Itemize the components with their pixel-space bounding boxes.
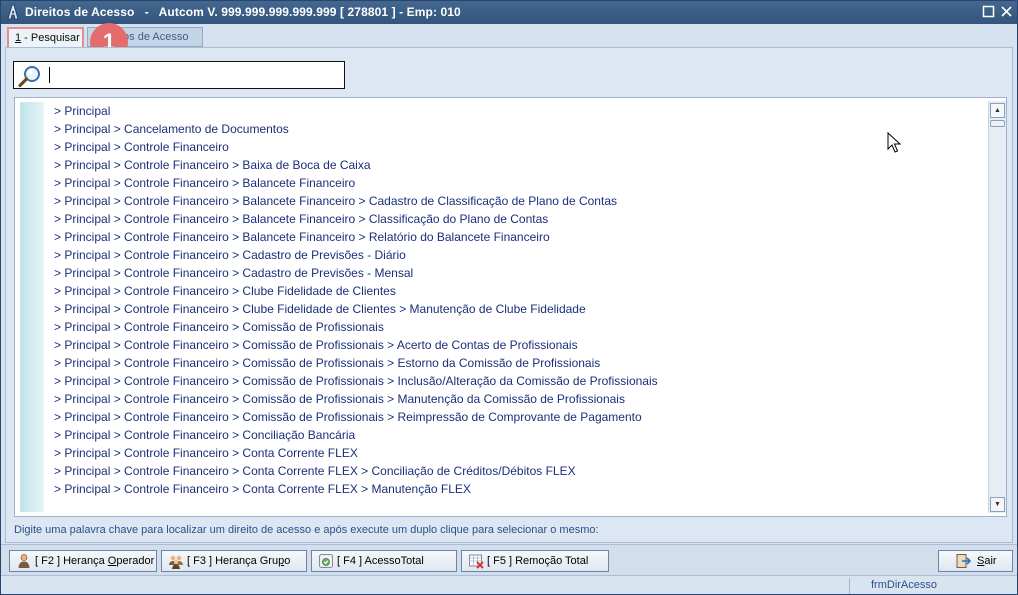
- button-label: air: [984, 555, 997, 567]
- status-divider: [849, 578, 850, 594]
- button-label: o: [284, 555, 291, 567]
- result-item[interactable]: > Principal > Controle Financeiro: [54, 138, 658, 156]
- tab-pesquisar[interactable]: 1 - Pesquisar: [7, 27, 84, 47]
- button-label: [ F4 ] AcessoTotal: [337, 555, 424, 567]
- window-title: Direitos de Acesso - Autcom V. 999.999.9…: [25, 5, 461, 19]
- result-item[interactable]: > Principal > Controle Financeiro > Bala…: [54, 174, 658, 192]
- results-list[interactable]: > Principal > Principal > Cancelamento de…: [14, 97, 1007, 517]
- action-toolbar: [ F2 ] Herança Operador [ F3 ] Herança G…: [1, 544, 1017, 575]
- result-item[interactable]: > Principal > Controle Financeiro > Club…: [54, 282, 658, 300]
- remove-total-icon: [469, 554, 484, 569]
- heranca-grupo-button[interactable]: [ F3 ] Herança Grupo: [161, 550, 307, 572]
- button-label: perador: [116, 555, 155, 567]
- mouse-cursor-icon: [887, 132, 902, 153]
- result-item[interactable]: > Principal > Cancelamento de Documentos: [54, 120, 658, 138]
- result-item[interactable]: > Principal > Controle Financeiro > Bala…: [54, 192, 658, 210]
- text-caret: [49, 67, 50, 83]
- scroll-down-icon[interactable]: ▼: [990, 497, 1005, 512]
- search-input[interactable]: [48, 65, 342, 87]
- result-item[interactable]: > Principal > Controle Financeiro > Baix…: [54, 156, 658, 174]
- result-item[interactable]: > Principal > Controle Financeiro > Comi…: [54, 408, 658, 426]
- heranca-operador-button[interactable]: [ F2 ] Herança Operador: [9, 550, 157, 572]
- acesso-total-button[interactable]: [ F4 ] AcessoTotal: [311, 550, 457, 572]
- result-item[interactable]: > Principal: [54, 102, 658, 120]
- scroll-thumb[interactable]: [990, 120, 1005, 127]
- exit-icon: [956, 554, 971, 568]
- result-item[interactable]: > Principal > Controle Financeiro > Comi…: [54, 372, 658, 390]
- button-label: [ F3 ] Herança Gru: [187, 555, 279, 567]
- access-total-icon: [319, 554, 333, 568]
- result-item[interactable]: > Principal > Controle Financeiro > Cada…: [54, 246, 658, 264]
- result-item[interactable]: > Principal > Controle Financeiro > Comi…: [54, 354, 658, 372]
- scroll-up-icon[interactable]: ▲: [990, 103, 1005, 118]
- status-bar: frmDirAcesso: [1, 575, 1017, 594]
- title-bar[interactable]: Direitos de Acesso - Autcom V. 999.999.9…: [1, 1, 1017, 24]
- search-hint: Digite uma palavra chave para localizar …: [14, 524, 599, 536]
- result-item[interactable]: > Principal > Controle Financeiro > Bala…: [54, 228, 658, 246]
- restore-icon[interactable]: [981, 4, 996, 19]
- button-label: [ F2 ] Herança: [35, 555, 108, 567]
- result-item[interactable]: > Principal > Controle Financeiro > Conc…: [54, 426, 658, 444]
- result-item[interactable]: > Principal > Controle Financeiro > Comi…: [54, 318, 658, 336]
- result-item[interactable]: > Principal > Controle Financeiro > Cont…: [54, 480, 658, 498]
- result-item[interactable]: > Principal > Controle Financeiro > Comi…: [54, 390, 658, 408]
- vertical-scrollbar[interactable]: ▲ ▼: [988, 101, 1006, 513]
- result-item[interactable]: > Principal > Controle Financeiro > Bala…: [54, 210, 658, 228]
- result-item[interactable]: > Principal > Controle Financeiro > Cada…: [54, 264, 658, 282]
- magnifier-icon[interactable]: [17, 64, 43, 88]
- results-list-items: > Principal > Principal > Cancelamento de…: [54, 102, 658, 498]
- remocao-total-button[interactable]: [ F5 ] Remoção Total: [461, 550, 609, 572]
- status-form-name: frmDirAcesso: [871, 579, 938, 591]
- tab-label: - Pesquisar: [21, 32, 80, 44]
- group-icon: [169, 555, 183, 569]
- main-window: Direitos de Acesso - Autcom V. 999.999.9…: [0, 0, 1018, 595]
- list-gutter: [20, 102, 44, 512]
- result-item[interactable]: > Principal > Controle Financeiro > Comi…: [54, 336, 658, 354]
- tab-label: tos de Acesso: [120, 31, 189, 43]
- app-logo-icon: [7, 4, 19, 20]
- result-item[interactable]: > Principal > Controle Financeiro > Cont…: [54, 444, 658, 462]
- sair-button[interactable]: Sair: [938, 550, 1013, 572]
- result-item[interactable]: > Principal > Controle Financeiro > Club…: [54, 300, 658, 318]
- result-item[interactable]: > Principal > Controle Financeiro > Cont…: [54, 462, 658, 480]
- button-label: [ F5 ] Remoção Total: [487, 555, 589, 567]
- close-icon[interactable]: [999, 4, 1014, 19]
- user-icon: [18, 554, 30, 568]
- tab-strip: tos de Acesso 1 - Pesquisar: [1, 24, 1017, 48]
- search-box[interactable]: [13, 61, 345, 89]
